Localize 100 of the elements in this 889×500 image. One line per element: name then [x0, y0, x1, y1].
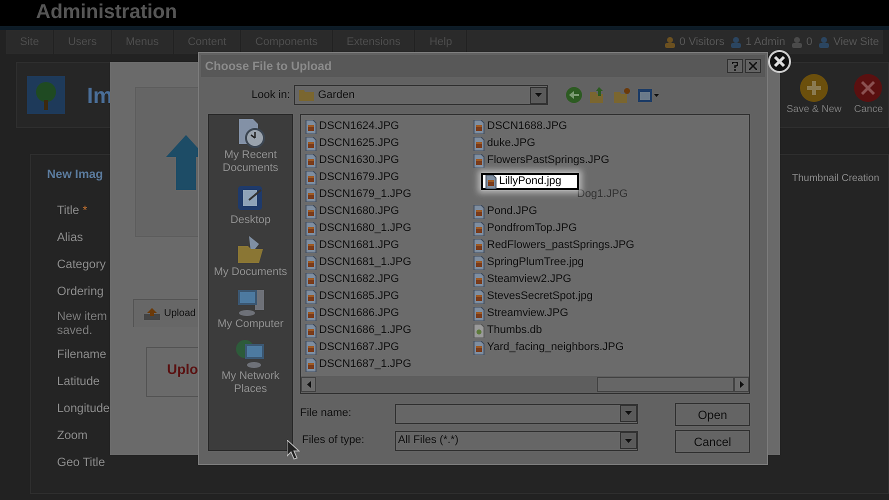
image-file-icon	[473, 272, 485, 286]
file-item[interactable]: duke.JPG	[473, 135, 641, 152]
file-name-label: File name:	[300, 406, 352, 422]
save-new-button[interactable]: Save & New	[782, 74, 846, 116]
file-item[interactable]: DSCN1680_1.JPG	[305, 220, 473, 237]
file-item[interactable]: DSCN1687_1.JPG	[305, 356, 473, 373]
field-label: Geo Title	[57, 454, 106, 471]
image-file-icon	[485, 174, 497, 188]
caret-icon	[535, 93, 542, 97]
image-file-icon	[305, 340, 317, 354]
help-icon	[732, 62, 738, 70]
tab[interactable]: Thumbnail Creation	[792, 171, 880, 186]
image-file-icon	[473, 120, 485, 134]
dropdown-arrow-button[interactable]	[620, 432, 637, 449]
place-item[interactable]: My Recent Documents	[210, 117, 290, 175]
file-name-field[interactable]	[395, 404, 638, 424]
field-label: Category	[57, 256, 106, 273]
user-icon	[730, 36, 742, 48]
file-item[interactable]: Streamview.JPG	[473, 305, 641, 322]
file-item[interactable]: SpringPlumTree.jpg	[473, 254, 641, 271]
field-label: Alias	[57, 229, 84, 246]
image-file-icon	[473, 136, 485, 150]
file-item[interactable]: Thumbs.db	[473, 322, 641, 339]
image-file-icon	[305, 306, 317, 320]
image-file-icon	[305, 324, 317, 338]
image-file-icon	[473, 256, 485, 270]
image-icon	[27, 76, 65, 114]
field-label: Ordering	[57, 283, 104, 300]
look-in-dropdown[interactable]: Garden	[294, 85, 548, 105]
place-item[interactable]: Desktop	[210, 182, 290, 227]
image-file-icon	[305, 256, 317, 270]
file-item[interactable]: RedFlowers_pastSprings.JPG	[473, 237, 641, 254]
upload-icon	[144, 308, 160, 320]
place-item[interactable]: My Computer	[210, 286, 290, 331]
file-item[interactable]: DSCN1679.JPG	[305, 169, 473, 186]
file-item[interactable]: DSCN1687.JPG	[305, 339, 473, 356]
image-file-icon	[305, 136, 317, 150]
image-file-icon	[305, 188, 317, 202]
image-file-icon	[305, 238, 317, 252]
header-title: Administration	[36, 0, 178, 24]
saved-note: New item saved.	[57, 309, 108, 337]
file-item[interactable]: Pond.JPG	[473, 203, 641, 220]
up-folder-icon[interactable]	[590, 87, 606, 103]
file-type-label: Files of type:	[301, 433, 366, 448]
file-item[interactable]: DSCN1686_1.JPG	[305, 322, 473, 339]
file-item[interactable]: DSCN1681_1.JPG	[305, 254, 473, 271]
image-file-icon	[473, 238, 485, 252]
image-file-icon	[473, 290, 485, 304]
image-file-icon	[305, 120, 317, 134]
dropdown-arrow-button[interactable]	[530, 86, 547, 104]
place-item[interactable]: My Network Places	[210, 338, 290, 396]
file-item[interactable]: PondfromTop.JPG	[473, 220, 641, 237]
dropdown-arrow-button[interactable]	[620, 404, 637, 422]
file-item[interactable]: FlowersPastSprings.JPG	[473, 152, 641, 169]
file-item[interactable]: DSCN1630.JPG	[305, 152, 473, 169]
image-file-icon	[473, 204, 485, 218]
file-item[interactable]: DSCN1679_1.JPG	[305, 186, 473, 203]
image-file-icon	[473, 154, 485, 168]
file-item[interactable]: DSCN1681.JPG	[305, 237, 473, 254]
scrollbar-thumb[interactable]	[597, 377, 734, 392]
left-arrow-icon	[306, 381, 310, 388]
image-file-icon	[473, 306, 485, 320]
file-item[interactable]: DSCN1625.JPG	[305, 135, 473, 152]
cancel-button[interactable]: Cancel	[675, 430, 750, 453]
file-item[interactable]: Yard_facing_neighbors.JPG	[473, 339, 641, 356]
file-type-dropdown[interactable]: All Files (*.*)	[395, 430, 638, 450]
grid-view-icon	[638, 88, 652, 102]
file-item[interactable]: StevesSecretSpot.jpg	[473, 288, 641, 305]
image-file-icon	[473, 222, 485, 236]
file-item[interactable]: DSCN1686.JPG	[305, 305, 473, 322]
file-item[interactable]: DSCN1680.JPG	[305, 203, 473, 220]
horizontal-scrollbar[interactable]	[301, 376, 749, 393]
file-item[interactable]: DSCN1682.JPG	[305, 271, 473, 288]
file-item[interactable]: DSCN1624.JPG	[305, 118, 473, 135]
view-menu-button[interactable]	[638, 88, 659, 102]
database-file-icon	[473, 324, 485, 338]
field-label: Latitude	[57, 373, 100, 390]
image-file-icon	[305, 204, 317, 218]
user-icon	[664, 36, 676, 48]
new-folder-icon[interactable]	[614, 87, 630, 103]
close-icon	[749, 62, 757, 70]
close-button[interactable]	[745, 59, 761, 73]
open-button[interactable]: Open	[675, 403, 750, 426]
caret-icon	[625, 438, 632, 442]
image-file-icon	[305, 222, 317, 236]
field-label: Zoom	[57, 427, 88, 444]
place-item[interactable]: My Documents	[210, 234, 290, 279]
file-item[interactable]: DSCN1685.JPG	[305, 288, 473, 305]
file-item[interactable]: Steamview2.JPG	[473, 271, 641, 288]
image-file-icon	[305, 290, 317, 304]
file-name[interactable]: Dog1.JPG	[577, 186, 628, 203]
image-file-icon	[305, 154, 317, 168]
image-file-icon	[305, 272, 317, 286]
look-in-label: Look in:	[250, 88, 291, 103]
folder-icon	[299, 89, 314, 101]
plus-icon	[807, 80, 821, 94]
file-item[interactable]: DSCN1688.JPG	[473, 118, 641, 135]
help-button[interactable]	[727, 59, 743, 73]
field-label: Title *	[57, 202, 88, 219]
field-label: Longitude	[57, 400, 110, 417]
